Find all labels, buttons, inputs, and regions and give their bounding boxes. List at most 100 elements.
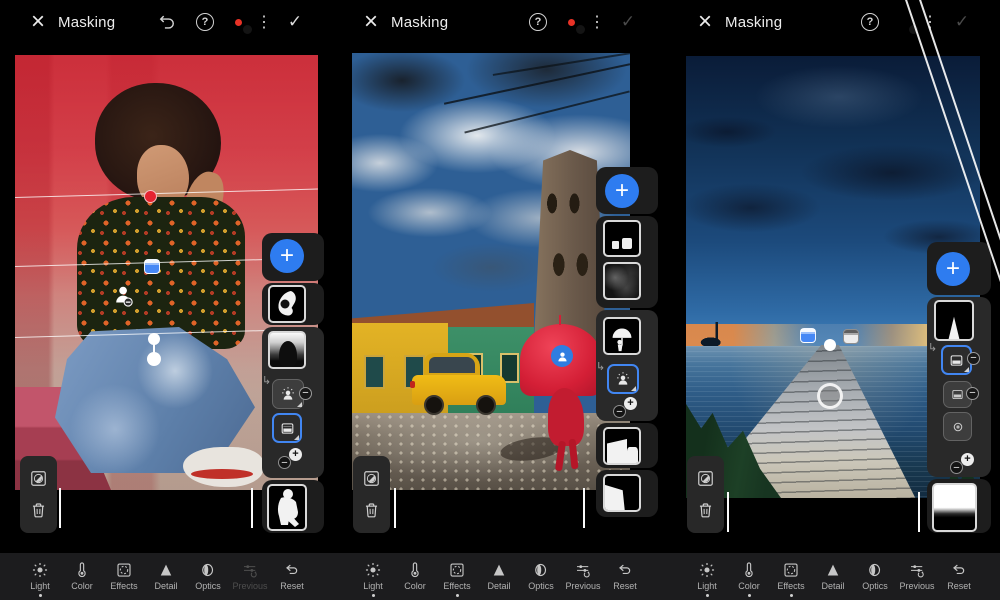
gradient-center-handle[interactable] — [824, 339, 836, 351]
delete-mask-icon[interactable] — [362, 501, 381, 520]
invert-mask-icon[interactable] — [29, 469, 48, 488]
toolbar-item-reset[interactable]: Reset — [604, 553, 646, 600]
mask-thumbnail-3[interactable] — [267, 484, 307, 531]
add-component-button[interactable]: + — [289, 448, 302, 461]
undo-icon[interactable] — [157, 12, 177, 32]
help-icon[interactable]: ? — [529, 13, 547, 31]
photo-canvas[interactable] — [352, 53, 630, 490]
invert-mask-icon[interactable] — [362, 469, 381, 488]
overflow-menu-icon[interactable]: ⋮ — [256, 12, 272, 32]
invert-mask-icon[interactable] — [696, 469, 715, 488]
component-select-subject[interactable] — [607, 364, 639, 394]
canvas-tools — [20, 456, 57, 533]
close-icon[interactable]: × — [698, 8, 712, 36]
subtract-component-button[interactable]: − — [278, 456, 291, 469]
help-icon[interactable]: ? — [196, 13, 214, 31]
radial-gradient-handle[interactable] — [817, 383, 843, 409]
toolbar-item-previous[interactable]: Previous — [896, 553, 938, 600]
toolbar-item-light[interactable]: Light — [352, 553, 394, 600]
subtract-person-pin[interactable] — [113, 285, 135, 309]
toolbar-item-color[interactable]: Color — [394, 553, 436, 600]
add-mask-button[interactable]: + — [605, 174, 639, 208]
toolbar-label: Reset — [947, 581, 971, 591]
subtract-component-button[interactable]: − — [613, 405, 626, 418]
person-icon — [557, 351, 567, 361]
confirm-icon[interactable]: ✓ — [288, 12, 302, 32]
toolbar-item-color[interactable]: Color — [728, 553, 770, 600]
delete-mask-icon[interactable] — [696, 501, 715, 520]
radial-gradient-icon — [953, 422, 962, 431]
notification-badge — [235, 19, 242, 26]
delete-mask-icon[interactable] — [29, 501, 48, 520]
toolbar-item-light[interactable]: Light — [19, 553, 61, 600]
thermo-icon — [740, 560, 758, 579]
mask-thumbnail-2[interactable] — [932, 483, 977, 532]
house-window-art — [364, 355, 385, 389]
canvas-tools — [353, 456, 390, 533]
toolbar-item-detail[interactable]: Detail — [478, 553, 520, 600]
mask-thumbnail-1[interactable] — [268, 285, 306, 323]
close-icon[interactable]: × — [31, 8, 45, 36]
street-art — [352, 413, 630, 490]
toolbar-item-effects[interactable]: Effects — [103, 553, 145, 600]
toolbar-item-effects[interactable]: Effects — [770, 553, 812, 600]
add-mask-button[interactable]: + — [270, 239, 304, 273]
edge-marker-left — [394, 488, 396, 528]
toolbar-item-optics[interactable]: Optics — [854, 553, 896, 600]
rotate-handle[interactable] — [144, 190, 157, 203]
edit-toolbar: Light Color Effects Detail Optics Previous Res… — [667, 553, 1000, 600]
street-mask-glyph — [605, 484, 625, 510]
linear-gradient-handle-selected[interactable] — [800, 328, 816, 343]
mask-thumbnail-5[interactable] — [603, 474, 641, 512]
linear-gradient-handle[interactable] — [144, 259, 160, 274]
linear-gradient-icon — [950, 354, 963, 366]
toolbar-item-color[interactable]: Color — [61, 553, 103, 600]
add-component-button[interactable]: + — [624, 397, 637, 410]
edge-marker-left — [59, 488, 61, 528]
subtract-badge: − — [299, 387, 312, 400]
overflow-menu-icon[interactable]: ⋮ — [589, 12, 605, 32]
help-icon[interactable]: ? — [861, 13, 879, 31]
toolbar-item-effects[interactable]: Effects — [436, 553, 478, 600]
toolbar-item-optics[interactable]: Optics — [520, 553, 562, 600]
toolbar-item-detail[interactable]: Detail — [812, 553, 854, 600]
previous-icon — [574, 560, 592, 579]
toolbar-item-light[interactable]: Light — [686, 553, 728, 600]
mask-thumbnail-3[interactable] — [603, 317, 641, 355]
sun-icon — [364, 560, 382, 579]
mask-thumbnail-2[interactable] — [268, 331, 306, 369]
edge-marker-right — [918, 492, 920, 532]
toolbar-item-reset[interactable]: Reset — [271, 553, 313, 600]
horizon-silhouette-art — [696, 322, 738, 346]
mask-thumbnail-1[interactable] — [934, 300, 974, 341]
page-title: Masking — [58, 14, 116, 31]
toolbar-label: Optics — [528, 581, 554, 591]
person-red-mask-art — [548, 388, 584, 446]
add-mask-button[interactable]: + — [936, 252, 970, 286]
triangle-icon — [824, 560, 842, 579]
close-icon[interactable]: × — [364, 8, 378, 36]
mask-thumbnail-4[interactable] — [603, 427, 641, 465]
toolbar-item-optics[interactable]: Optics — [187, 553, 229, 600]
add-component-button[interactable]: + — [961, 453, 974, 466]
options-corner — [963, 366, 969, 372]
toolbar-label: Detail — [487, 581, 511, 591]
subtract-component-button[interactable]: − — [950, 461, 963, 474]
range-handle-1[interactable] — [148, 333, 160, 345]
component-radial-gradient[interactable] — [943, 412, 972, 441]
select-person-pin[interactable] — [551, 345, 573, 367]
toolbar-item-detail[interactable]: Detail — [145, 553, 187, 600]
subtract-badge: − — [967, 352, 980, 365]
mask-thumbnail-2[interactable] — [603, 262, 641, 300]
subject-select-icon — [617, 372, 629, 385]
toolbar-item-reset[interactable]: Reset — [938, 553, 980, 600]
range-handle-2[interactable] — [147, 352, 161, 366]
component-linear-gradient[interactable] — [272, 413, 302, 443]
toolbar-label: Detail — [821, 581, 845, 591]
mask-thumbnail-1[interactable] — [603, 220, 641, 257]
linear-gradient-handle[interactable] — [843, 329, 859, 344]
page-title: Masking — [725, 14, 783, 31]
component-indent-arrow: ↳ — [596, 361, 606, 373]
edit-toolbar: Light Color Effects Detail Optics Previous Res… — [333, 553, 667, 600]
toolbar-item-previous[interactable]: Previous — [562, 553, 604, 600]
